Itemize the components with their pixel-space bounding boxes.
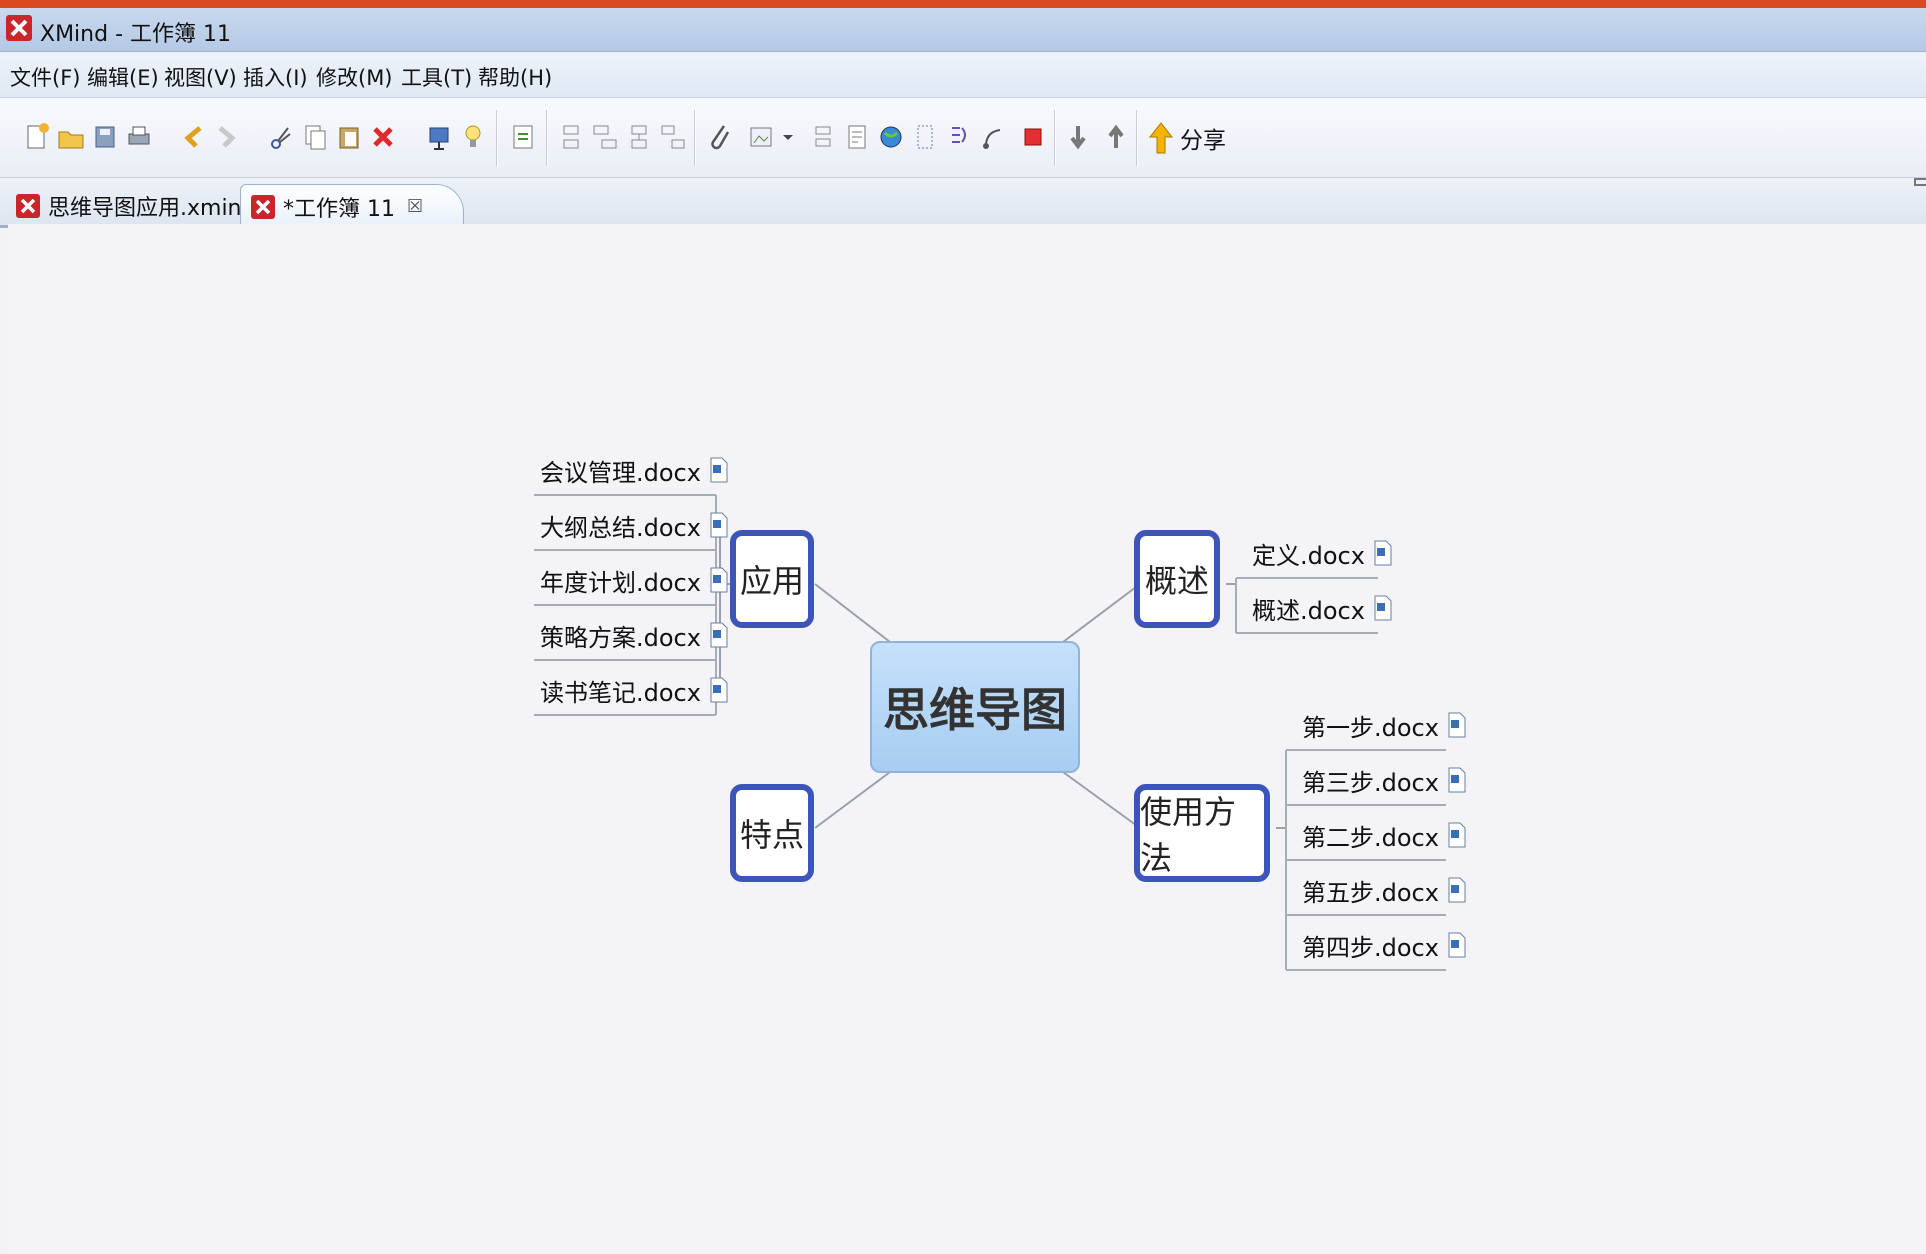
open-folder-icon[interactable] — [56, 120, 86, 154]
document-icon[interactable] — [1373, 540, 1393, 566]
menu-view[interactable]: 视图(V) — [164, 62, 237, 92]
document-icon[interactable] — [1447, 712, 1467, 738]
menu-insert[interactable]: 插入(I) — [243, 62, 308, 92]
xmind-logo-icon — [6, 15, 32, 41]
window-title: XMind - 工作簿 11 — [40, 22, 231, 47]
subtopic-item[interactable]: 第一步.docx — [1302, 699, 1467, 751]
subtopic-label: 年度计划.docx — [540, 568, 701, 597]
menu-file[interactable]: 文件(F) — [10, 62, 80, 92]
subtopic-label: 第二步.docx — [1302, 823, 1439, 852]
share-button[interactable]: 分享 — [1148, 120, 1226, 156]
subtopic-item[interactable]: 会议管理.docx — [540, 444, 729, 496]
drill-down-icon[interactable] — [1066, 120, 1096, 154]
hyperlink-globe-icon[interactable] — [876, 120, 906, 154]
xmind-file-icon — [16, 194, 40, 218]
summary-icon[interactable] — [944, 120, 974, 154]
close-tab-icon[interactable]: ☒ — [407, 196, 423, 217]
topic-usage[interactable]: 使用方法 — [1134, 784, 1270, 882]
stop-icon[interactable] — [1018, 120, 1048, 154]
insert-parent-topic-icon[interactable] — [658, 120, 688, 154]
delete-icon[interactable] — [368, 120, 398, 154]
document-icon[interactable] — [1447, 767, 1467, 793]
central-topic[interactable]: 思维导图 — [870, 641, 1080, 773]
xmind-file-icon — [251, 194, 275, 219]
cut-icon[interactable] — [266, 120, 296, 154]
subtopic-item[interactable]: 策略方案.docx — [540, 609, 729, 661]
subtopic-label: 策略方案.docx — [540, 623, 701, 652]
subtopic-item[interactable]: 定义.docx — [1252, 527, 1393, 579]
toolbar-separator — [1136, 110, 1138, 166]
document-icon[interactable] — [709, 622, 729, 648]
topic-overview[interactable]: 概述 — [1134, 530, 1220, 628]
share-arrow-icon — [1148, 122, 1174, 154]
toolbar: 分享 — [0, 98, 1926, 178]
paste-icon[interactable] — [334, 120, 364, 154]
chevron-down-icon[interactable] — [780, 120, 796, 154]
subtopic-item[interactable]: 大纲总结.docx — [540, 499, 729, 551]
subtopic-item[interactable]: 第三步.docx — [1302, 754, 1467, 806]
subtopic-label: 第一步.docx — [1302, 713, 1439, 742]
new-file-icon[interactable] — [22, 120, 52, 154]
notes-icon[interactable] — [842, 120, 872, 154]
share-label: 分享 — [1180, 128, 1226, 154]
subtopic-label: 会议管理.docx — [540, 458, 701, 487]
subtopic-label: 定义.docx — [1252, 541, 1365, 570]
subtopic-item[interactable]: 读书笔记.docx — [540, 664, 729, 716]
presentation-icon[interactable] — [424, 120, 454, 154]
toolbar-separator — [546, 110, 548, 166]
toolbar-separator — [1054, 110, 1056, 166]
subtopic-item[interactable]: 第五步.docx — [1302, 864, 1467, 916]
menu-modify[interactable]: 修改(M) — [316, 62, 393, 92]
tab-workbook-11[interactable]: *工作簿 11 ☒ — [240, 184, 465, 228]
print-icon[interactable] — [124, 120, 154, 154]
undo-icon[interactable] — [178, 120, 208, 154]
document-icon[interactable] — [1373, 595, 1393, 621]
subtopic-item[interactable]: 年度计划.docx — [540, 554, 729, 606]
document-icon[interactable] — [709, 677, 729, 703]
subtopic-item[interactable]: 第四步.docx — [1302, 919, 1467, 971]
title-bar: XMind - 工作簿 11 — [0, 8, 1926, 52]
menu-bar: 文件(F) 编辑(E) 视图(V) 插入(I) 修改(M) 工具(T) 帮助(H… — [0, 52, 1926, 98]
toolbar-separator — [694, 110, 696, 166]
minimize-panel-icon[interactable] — [1914, 178, 1926, 186]
image-icon[interactable] — [746, 120, 776, 154]
drill-up-icon[interactable] — [1100, 120, 1130, 154]
save-icon[interactable] — [90, 120, 120, 154]
menu-edit[interactable]: 编辑(E) — [87, 62, 159, 92]
topic-features[interactable]: 特点 — [730, 784, 814, 882]
subtopic-label: 大纲总结.docx — [540, 513, 701, 542]
attachment-icon[interactable] — [704, 120, 734, 154]
document-icon[interactable] — [1447, 932, 1467, 958]
lightbulb-icon[interactable] — [458, 120, 488, 154]
relationship-icon[interactable] — [978, 120, 1008, 154]
copy-icon[interactable] — [300, 120, 330, 154]
document-icon[interactable] — [1447, 877, 1467, 903]
menu-tools[interactable]: 工具(T) — [401, 62, 472, 92]
tab-mindmap-application[interactable]: 思维导图应用.xmind — [6, 184, 255, 228]
tab-label: *工作簿 11 — [283, 196, 395, 222]
insert-topic-icon[interactable] — [556, 120, 586, 154]
boundary-icon[interactable] — [808, 120, 838, 154]
document-icon[interactable] — [1447, 822, 1467, 848]
subtopic-label: 第五步.docx — [1302, 878, 1439, 907]
subtopic-label: 第三步.docx — [1302, 768, 1439, 797]
document-icon[interactable] — [709, 567, 729, 593]
toolbar-separator — [496, 110, 498, 166]
topic-application[interactable]: 应用 — [730, 530, 814, 628]
subtopic-item[interactable]: 概述.docx — [1252, 582, 1393, 634]
insert-topic-before-icon[interactable] — [624, 120, 654, 154]
tab-label: 思维导图应用.xmind — [48, 196, 256, 221]
document-icon[interactable] — [709, 512, 729, 538]
subtopic-label: 读书笔记.docx — [540, 678, 701, 707]
brainstorm-icon[interactable] — [508, 120, 538, 154]
subtopic-label: 概述.docx — [1252, 596, 1365, 625]
document-icon[interactable] — [709, 457, 729, 483]
subtopic-item[interactable]: 第二步.docx — [1302, 809, 1467, 861]
subtopic-label: 第四步.docx — [1302, 933, 1439, 962]
insert-subtopic-icon[interactable] — [590, 120, 620, 154]
redo-icon[interactable] — [212, 120, 242, 154]
editor-tab-bar: 思维导图应用.xmind *工作簿 11 ☒ — [0, 178, 1926, 228]
outline-icon[interactable] — [910, 120, 940, 154]
menu-help[interactable]: 帮助(H) — [478, 62, 552, 92]
